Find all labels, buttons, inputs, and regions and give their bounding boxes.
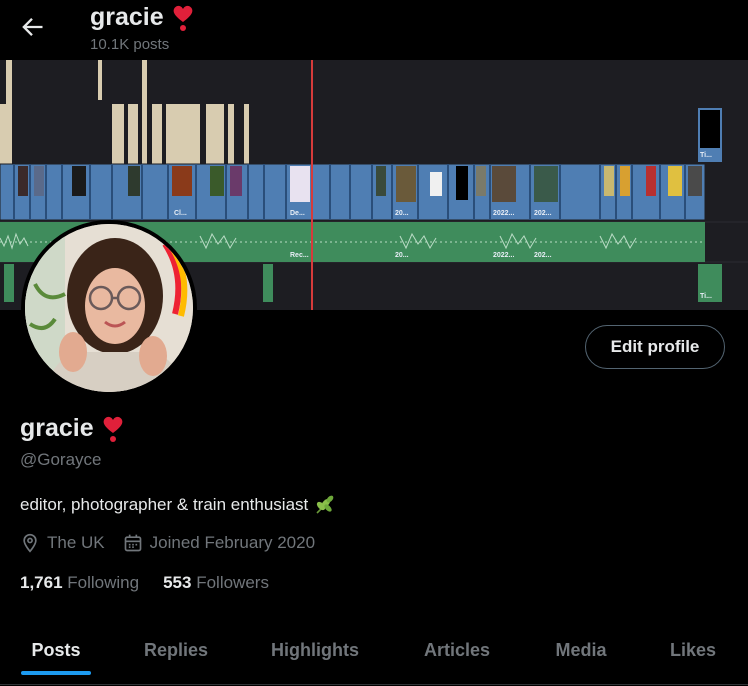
profile-avatar[interactable]	[21, 220, 197, 396]
clip-label: 20...	[395, 210, 409, 217]
followers-count: 553	[163, 573, 192, 592]
location-text: The UK	[47, 533, 105, 552]
header-posts-count: 10.1K posts	[90, 36, 170, 53]
top-header: gracie 10.1K posts	[0, 0, 748, 60]
back-arrow-icon[interactable]	[18, 13, 46, 41]
tab-label: Highlights	[271, 639, 359, 660]
tab-likes[interactable]: Likes	[638, 620, 748, 680]
profile-handle: @Gorayce	[20, 450, 102, 469]
clip-label: 202...	[534, 252, 552, 259]
edit-profile-button[interactable]: Edit profile	[585, 325, 725, 369]
tabs-divider	[0, 684, 748, 685]
tab-posts[interactable]: Posts	[0, 620, 112, 680]
clip-label: Ti...	[700, 293, 712, 300]
tab-replies[interactable]: Replies	[112, 620, 240, 680]
clip-label: 202...	[534, 210, 552, 217]
location-pin-icon	[23, 533, 37, 553]
header-name-text: gracie	[90, 3, 164, 31]
heart-exclamation-icon	[173, 5, 193, 31]
clip-label: Rec...	[290, 252, 309, 259]
follow-stats: 1,761 Following 553 Followers	[20, 573, 269, 593]
following-count: 1,761	[20, 573, 63, 592]
joined-text: Joined February 2020	[149, 533, 316, 552]
clip-label: 2022...	[493, 252, 514, 259]
clip-label: Cl...	[174, 210, 187, 217]
profile-name-text: gracie	[20, 414, 94, 442]
tab-label: Media	[555, 639, 607, 660]
tab-label: Posts	[31, 639, 81, 660]
followers-link[interactable]: 553 Followers	[163, 573, 269, 593]
location-item: The UK	[20, 533, 105, 553]
active-tab-indicator	[21, 671, 91, 675]
tab-highlights[interactable]: Highlights	[240, 620, 390, 680]
clip-label: 20...	[395, 252, 409, 259]
joined-item: Joined February 2020	[123, 533, 315, 553]
profile-meta: The UK Joined February 2020	[20, 533, 333, 553]
heart-exclamation-icon	[103, 416, 123, 442]
tab-media[interactable]: Media	[524, 620, 638, 680]
herb-icon	[316, 495, 334, 514]
clip-label: 2022...	[493, 210, 514, 217]
tab-label: Replies	[143, 639, 209, 660]
following-label: Following	[67, 573, 140, 592]
avatar-photo	[25, 224, 193, 392]
profile-name: gracie	[20, 414, 124, 443]
tab-label: Likes	[669, 639, 717, 660]
profile-bio: editor, photographer & train enthusiast	[20, 494, 336, 516]
profile-tabs: Posts Replies Highlights Articles Media …	[0, 620, 748, 686]
calendar-icon	[124, 534, 141, 552]
tab-label: Articles	[423, 639, 491, 660]
clip-label: De...	[290, 210, 305, 217]
header-profile-name: gracie	[90, 3, 194, 32]
clip-label: Ti...	[700, 152, 712, 159]
bio-text: editor, photographer & train enthusiast	[20, 495, 309, 514]
tab-articles[interactable]: Articles	[390, 620, 524, 680]
following-link[interactable]: 1,761 Following	[20, 573, 139, 593]
followers-label: Followers	[196, 573, 269, 592]
